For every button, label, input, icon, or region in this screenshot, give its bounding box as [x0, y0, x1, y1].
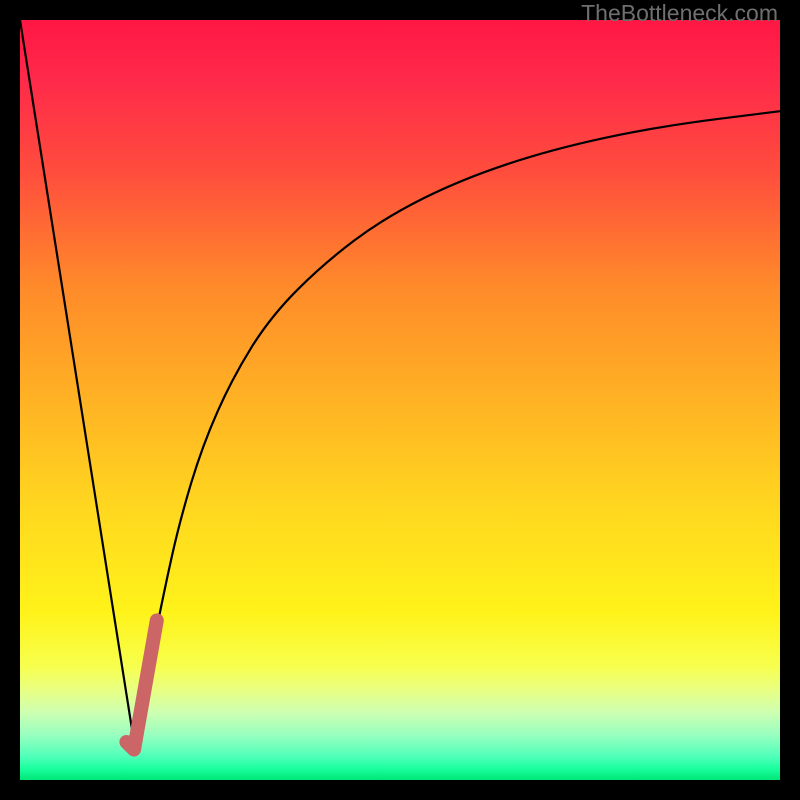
- watermark-text: TheBottleneck.com: [581, 0, 778, 27]
- chart-frame: TheBottleneck.com: [0, 0, 800, 800]
- left-falling-line: [20, 20, 134, 742]
- log-rising-curve: [134, 111, 780, 742]
- plot-area: [20, 20, 780, 780]
- chart-curves: [20, 20, 780, 780]
- highlight-segment: [126, 620, 156, 749]
